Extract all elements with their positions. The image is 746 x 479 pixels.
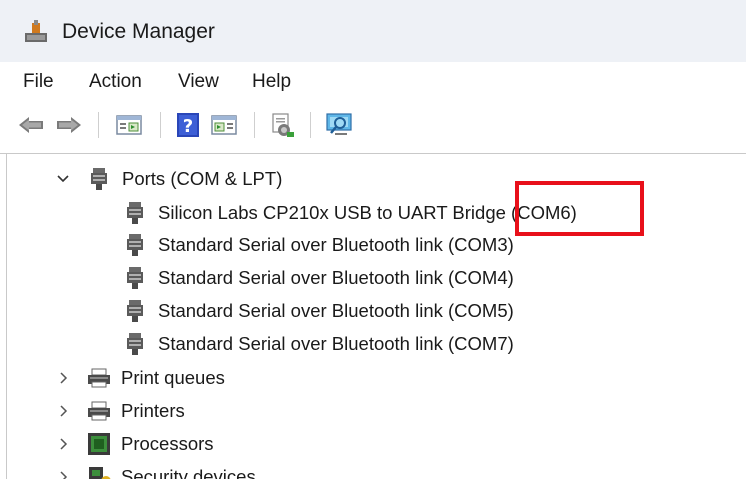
tree-device-item[interactable]: Standard Serial over Bluetooth link (COM…: [124, 295, 514, 327]
help-button[interactable]: ?: [172, 110, 204, 140]
menu-view[interactable]: View: [178, 71, 219, 93]
back-button[interactable]: [16, 110, 46, 140]
tree-device-item[interactable]: Standard Serial over Bluetooth link (COM…: [124, 262, 514, 294]
title-bar: Device Manager: [0, 0, 746, 62]
port-icon: [127, 267, 143, 289]
tree-node-printers[interactable]: Printers: [56, 395, 185, 427]
processor-icon: [88, 433, 110, 455]
menu-file[interactable]: File: [23, 71, 54, 93]
port-icon: [127, 234, 143, 256]
port-icon: [91, 168, 107, 190]
tree-node-label: Security devices: [121, 466, 256, 479]
toolbar-separator: [160, 112, 161, 138]
toolbar-separator: [254, 112, 255, 138]
window-title: Device Manager: [62, 20, 215, 43]
print-queue-icon: [88, 368, 110, 388]
tree-device-label: Silicon Labs CP210x USB to UART Bridge (…: [158, 202, 577, 223]
monitor-scan-icon: [326, 113, 352, 135]
tree-node-security-devices[interactable]: Security devices: [56, 461, 256, 479]
printer-icon: [88, 401, 110, 421]
port-icon: [127, 300, 143, 322]
port-icon: [127, 202, 143, 224]
chevron-right-icon[interactable]: [56, 371, 70, 385]
device-manager-icon: [25, 20, 47, 42]
toolbar-separator: [98, 112, 99, 138]
tree-border: [6, 154, 7, 479]
menu-help[interactable]: Help: [252, 71, 291, 93]
tree-device-label: Standard Serial over Bluetooth link (COM…: [158, 267, 514, 288]
chevron-right-icon[interactable]: [56, 470, 70, 479]
tree-device-item[interactable]: Silicon Labs CP210x USB to UART Bridge (…: [124, 197, 577, 229]
port-icon: [127, 333, 143, 355]
tree-node-ports[interactable]: Ports (COM & LPT): [56, 163, 282, 195]
help-icon: ?: [177, 113, 199, 137]
console-tree-button[interactable]: [112, 110, 146, 140]
update-driver-icon: [272, 113, 294, 137]
tree-node-label: Ports (COM & LPT): [122, 168, 283, 189]
security-device-icon: [89, 467, 111, 479]
tree-node-label: Print queues: [121, 367, 225, 388]
toolbar: ?: [0, 102, 746, 148]
tree-device-item[interactable]: Standard Serial over Bluetooth link (COM…: [124, 328, 514, 360]
console-tree-icon: [116, 115, 142, 135]
menu-bar: File Action View Help: [0, 62, 746, 102]
svg-text:?: ?: [183, 116, 193, 137]
chevron-right-icon[interactable]: [56, 404, 70, 418]
menu-action[interactable]: Action: [89, 71, 142, 93]
annotation-highlight-box: [515, 181, 644, 236]
tree-device-item[interactable]: Standard Serial over Bluetooth link (COM…: [124, 229, 514, 261]
update-driver-button[interactable]: [266, 110, 298, 140]
forward-arrow-icon: [57, 117, 81, 133]
chevron-right-icon[interactable]: [56, 437, 70, 451]
tree-node-label: Processors: [121, 433, 214, 454]
forward-button[interactable]: [54, 110, 84, 140]
tree-node-label: Printers: [121, 400, 185, 421]
properties-pane-button[interactable]: [208, 110, 240, 140]
chevron-down-icon[interactable]: [56, 172, 70, 186]
scan-hardware-button[interactable]: [322, 110, 356, 140]
back-arrow-icon: [19, 117, 43, 133]
tree-device-label: Standard Serial over Bluetooth link (COM…: [158, 333, 514, 354]
tree-device-label: Standard Serial over Bluetooth link (COM…: [158, 234, 514, 255]
toolbar-separator: [310, 112, 311, 138]
tree-node-processors[interactable]: Processors: [56, 428, 214, 460]
properties-pane-icon: [211, 115, 237, 135]
tree-device-label: Standard Serial over Bluetooth link (COM…: [158, 300, 514, 321]
tree-node-print-queues[interactable]: Print queues: [56, 362, 225, 394]
